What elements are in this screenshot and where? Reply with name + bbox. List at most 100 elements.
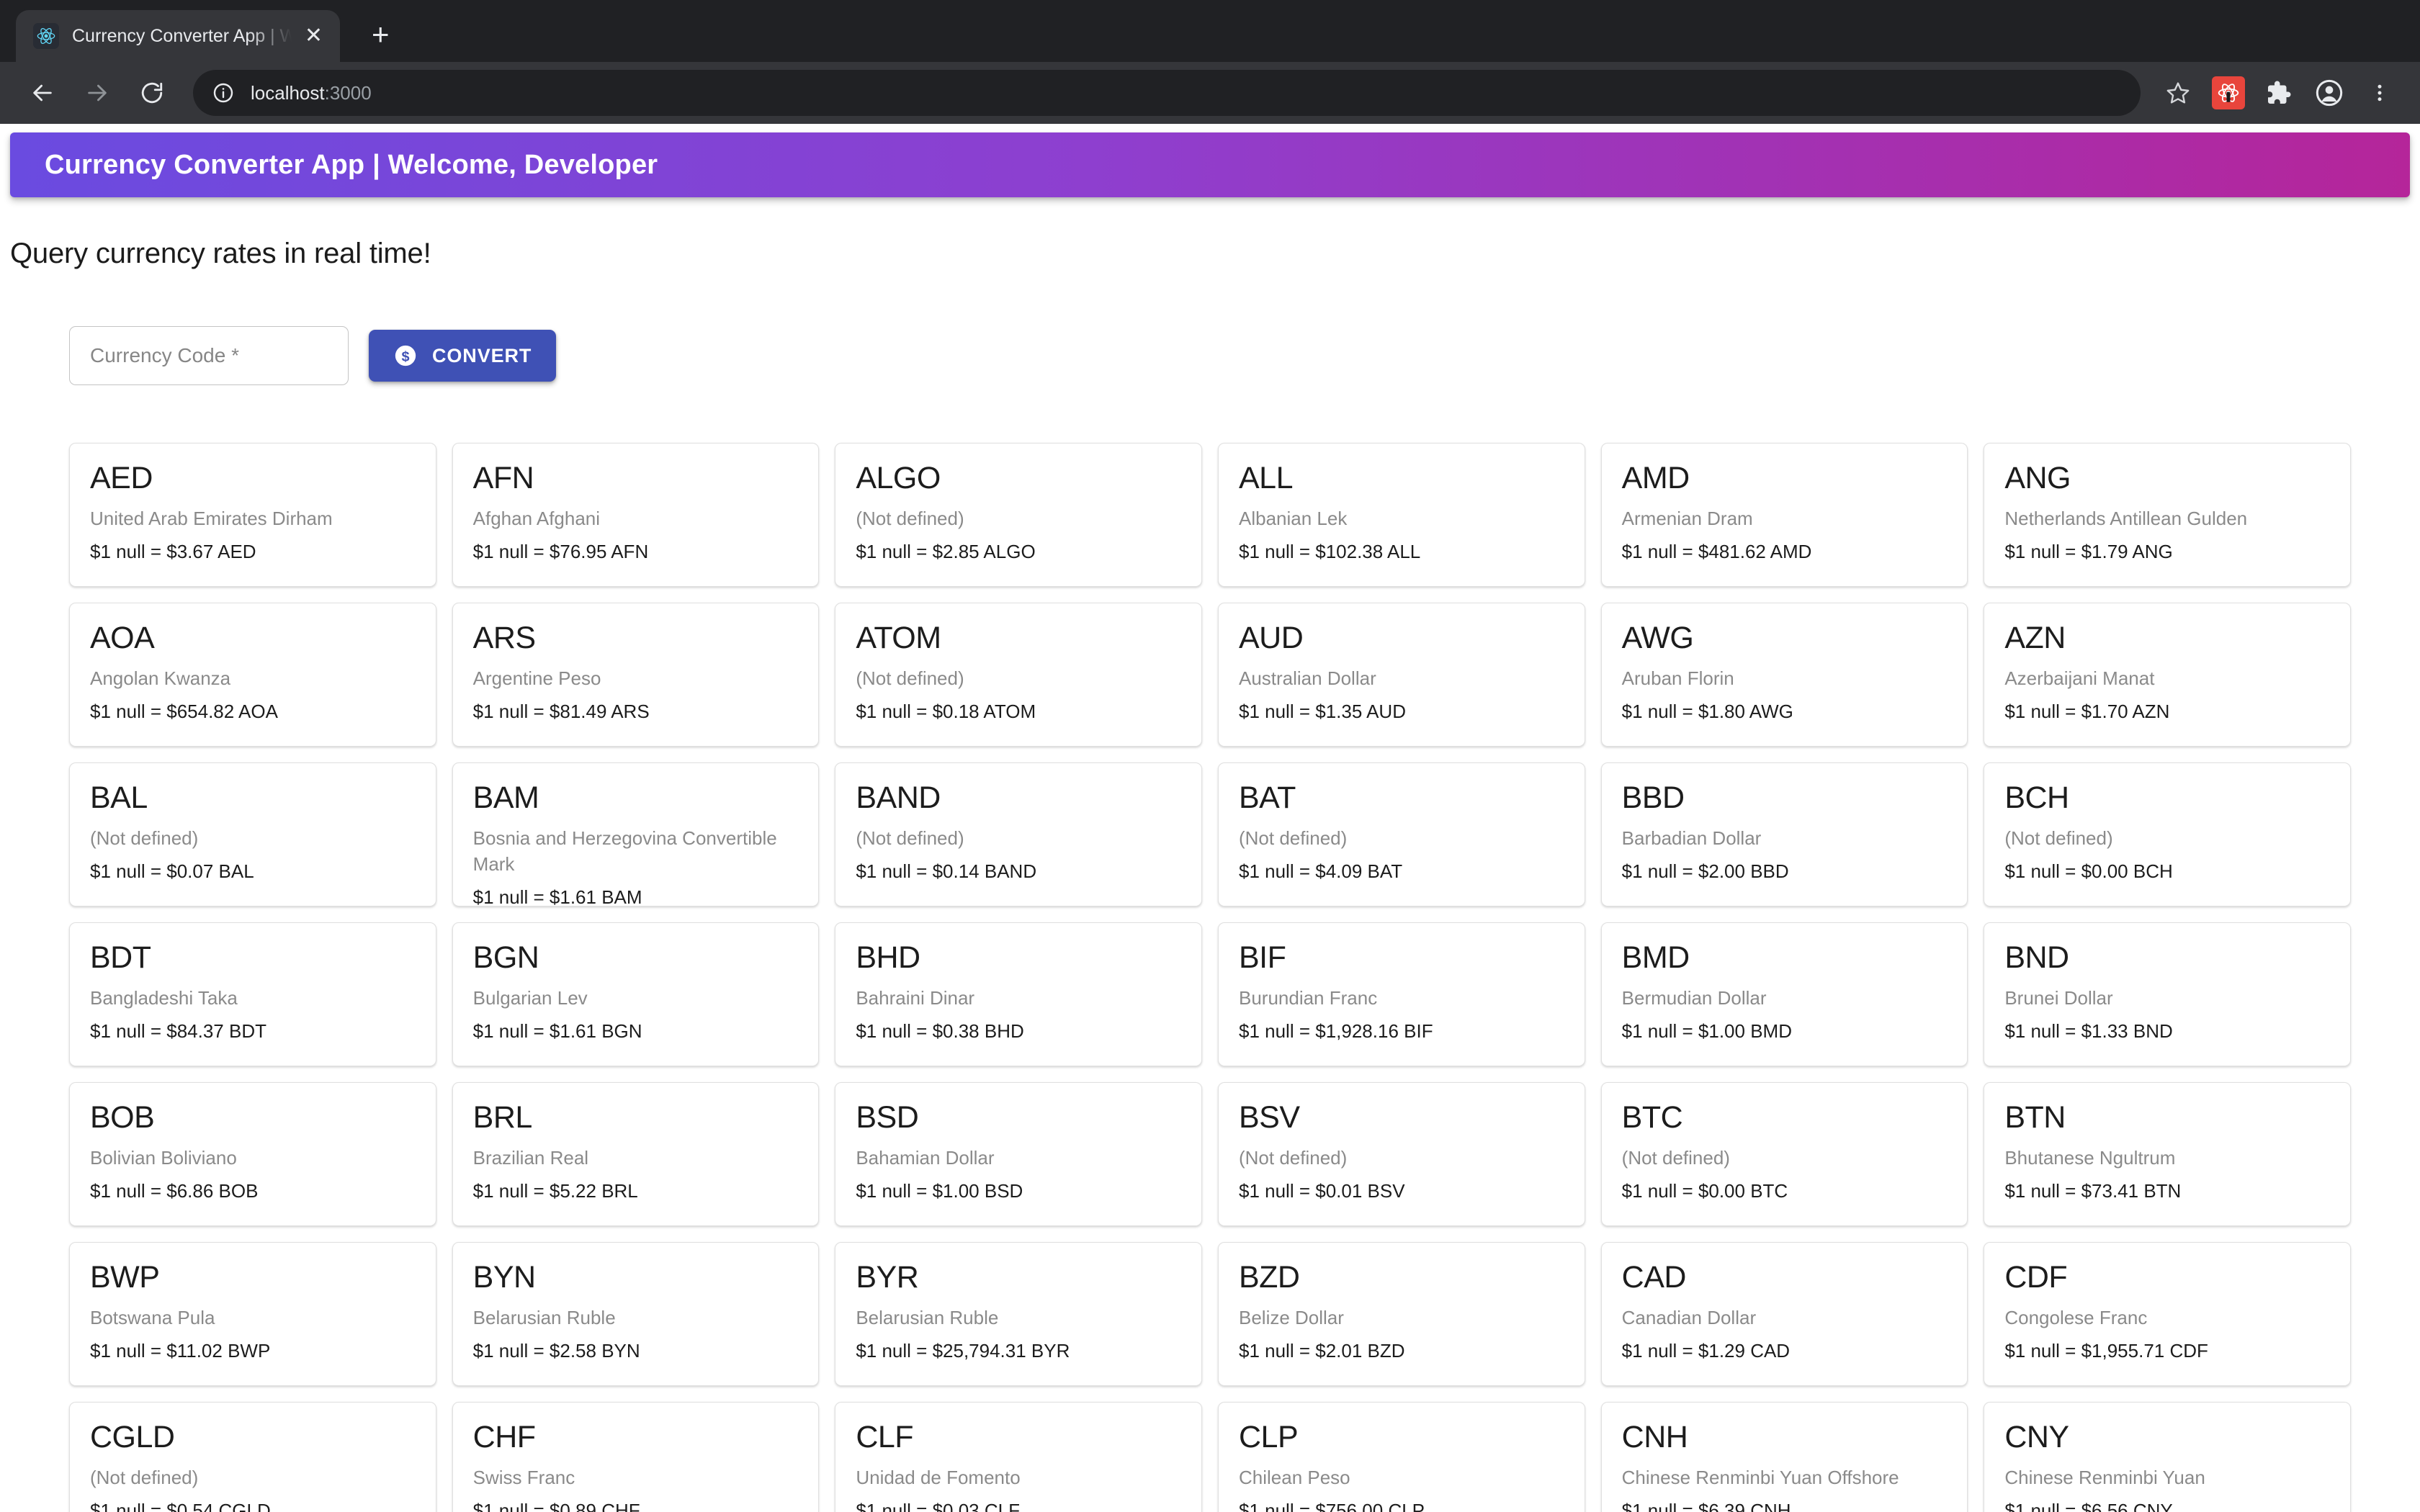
currency-card-rate: $1 null = $0.18 ATOM — [856, 701, 1036, 723]
currency-card-name: Canadian Dollar — [1621, 1307, 1757, 1329]
currency-card: ALL Albanian Lek $1 null = $102.38 ALL — [1217, 443, 1585, 587]
currency-card-rate: $1 null = $0.01 BSV — [1238, 1180, 1405, 1202]
currency-card: BAND (Not defined) $1 null = $0.14 BAND — [835, 762, 1202, 906]
currency-card-name: Netherlands Antillean Gulden — [2004, 508, 2248, 530]
currency-card-name: Bhutanese Ngultrum — [2004, 1147, 2176, 1169]
currency-card-code: ANG — [2004, 461, 2071, 495]
profile-avatar-icon[interactable] — [2308, 71, 2351, 114]
currency-card-rate: $1 null = $4.09 BAT — [1238, 860, 1403, 883]
currency-card: AOA Angolan Kwanza $1 null = $654.82 AOA — [69, 603, 436, 747]
currency-card-name: Australian Dollar — [1238, 667, 1376, 690]
currency-code-input[interactable]: Currency Code * — [69, 326, 349, 385]
currency-card-rate: $1 null = $2.01 BZD — [1238, 1340, 1405, 1362]
currency-card-name: (Not defined) — [856, 827, 964, 850]
svg-text:$: $ — [401, 349, 409, 365]
currency-code-placeholder: Currency Code * — [90, 344, 239, 366]
currency-card-code: BAL — [90, 780, 148, 815]
currency-card-rate: $1 null = $1.61 BAM — [472, 886, 642, 906]
currency-card-rate: $1 null = $1.00 BMD — [1621, 1020, 1792, 1043]
browser-window: Currency Converter App | Welc ✕ + localh… — [0, 0, 2420, 1512]
currency-card-code: AZN — [2004, 621, 2066, 655]
currency-card: BSD Bahamian Dollar $1 null = $1.00 BSD — [835, 1082, 1202, 1226]
currency-card-code: CLP — [1238, 1420, 1299, 1454]
currency-card: BYN Belarusian Ruble $1 null = $2.58 BYN — [452, 1242, 820, 1386]
currency-card-rate: $1 null = $6.56 CNY — [2004, 1500, 2173, 1512]
currency-card-name: United Arab Emirates Dirham — [90, 508, 333, 530]
currency-card-rate: $1 null = $0.38 BHD — [856, 1020, 1024, 1043]
extensions-puzzle-icon[interactable] — [2257, 71, 2300, 114]
currency-card-rate: $1 null = $102.38 ALL — [1238, 541, 1421, 563]
bookmark-star-icon[interactable] — [2156, 71, 2200, 114]
currency-card: BMD Bermudian Dollar $1 null = $1.00 BMD — [1600, 922, 1968, 1066]
forward-arrow-icon[interactable] — [73, 69, 121, 117]
currency-card: BTN Bhutanese Ngultrum $1 null = $73.41 BT… — [1984, 1082, 2351, 1226]
currency-card-name: (Not defined) — [1621, 1147, 1730, 1169]
currency-card: BBD Barbadian Dollar $1 null = $2.00 BBD — [1600, 762, 1968, 906]
currency-card: BGN Bulgarian Lev $1 null = $1.61 BGN — [452, 922, 820, 1066]
currency-card-rate: $1 null = $73.41 BTN — [2004, 1180, 2182, 1202]
currency-card: BAL (Not defined) $1 null = $0.07 BAL — [69, 762, 436, 906]
currency-card-rate: $1 null = $1.00 BSD — [856, 1180, 1023, 1202]
currency-card-code: BIF — [1238, 940, 1286, 975]
currency-card-name: (Not defined) — [90, 827, 199, 850]
tab-strip: Currency Converter App | Welc ✕ + — [0, 0, 2420, 62]
currency-card-name: Azerbaijani Manat — [2004, 667, 2155, 690]
currency-card-grid: AED United Arab Emirates Dirham $1 null = … — [0, 385, 2420, 1512]
currency-card-rate: $1 null = $25,794.31 BYR — [856, 1340, 1070, 1362]
browser-toolbar: localhost:3000 — [0, 62, 2420, 124]
currency-card-code: BTC — [1621, 1100, 1683, 1135]
currency-card: CHF Swiss Franc $1 null = $0.89 CHF — [452, 1402, 820, 1512]
dollar-circle-icon: $ — [393, 343, 418, 368]
currency-card-name: Swiss Franc — [472, 1467, 575, 1489]
currency-card: CNY Chinese Renminbi Yuan $1 null = $6.56 … — [1984, 1402, 2351, 1512]
page-viewport: Currency Converter App | Welcome, Develo… — [0, 124, 2420, 1512]
currency-card: AUD Australian Dollar $1 null = $1.35 AUD — [1217, 603, 1585, 747]
currency-card: CGLD (Not defined) $1 null = $0.54 CGLD — [69, 1402, 436, 1512]
info-circle-icon[interactable] — [212, 81, 235, 104]
page-subtitle: Query currency rates in real time! — [10, 238, 431, 269]
plus-icon[interactable]: + — [372, 17, 390, 52]
close-icon[interactable]: ✕ — [305, 25, 323, 47]
currency-card-name: Bahraini Dinar — [856, 987, 975, 1009]
reload-icon[interactable] — [128, 69, 176, 117]
currency-card-code: BCH — [2004, 780, 2069, 815]
currency-card-rate: $1 null = $756.00 CLP — [1238, 1500, 1425, 1512]
currency-card-code: CHF — [472, 1420, 536, 1454]
currency-card-name: Aruban Florin — [1621, 667, 1734, 690]
currency-card-code: BOB — [90, 1100, 155, 1135]
chrome-menu-icon[interactable] — [2358, 71, 2401, 114]
browser-tab[interactable]: Currency Converter App | Welc ✕ — [16, 10, 340, 62]
currency-card: AMD Armenian Dram $1 null = $481.62 AMD — [1600, 443, 1968, 587]
currency-card-rate: $1 null = $2.58 BYN — [472, 1340, 640, 1362]
currency-card-code: BAND — [856, 780, 941, 815]
back-arrow-icon[interactable] — [19, 69, 66, 117]
currency-card-code: CLF — [856, 1420, 914, 1454]
currency-card: CNH Chinese Renminbi Yuan Offshore $1 null… — [1600, 1402, 1968, 1512]
currency-card-name: Argentine Peso — [472, 667, 601, 690]
currency-card-name: (Not defined) — [856, 667, 964, 690]
currency-card-rate: $1 null = $0.00 BTC — [1621, 1180, 1788, 1202]
currency-card-code: BYN — [472, 1260, 536, 1295]
currency-card: BND Brunei Dollar $1 null = $1.33 BND — [1984, 922, 2351, 1066]
currency-card-rate: $1 null = $1,955.71 CDF — [2004, 1340, 2208, 1362]
currency-card-code: BWP — [90, 1260, 160, 1295]
currency-card-name: Bosnia and Herzegovina Convertible Mark — [472, 827, 777, 876]
currency-card-code: BHD — [856, 940, 920, 975]
currency-card: BWP Botswana Pula $1 null = $11.02 BWP — [69, 1242, 436, 1386]
currency-card: ANG Netherlands Antillean Gulden $1 null =… — [1984, 443, 2351, 587]
currency-card-name: Bangladeshi Taka — [90, 987, 238, 1009]
address-bar[interactable]: localhost:3000 — [193, 70, 2141, 116]
currency-card-name: Chinese Renminbi Yuan — [2004, 1467, 2205, 1489]
currency-card-name: Botswana Pula — [90, 1307, 215, 1329]
currency-card: BAT (Not defined) $1 null = $4.09 BAT — [1217, 762, 1585, 906]
currency-card: CDF Congolese Franc $1 null = $1,955.71 CD… — [1984, 1242, 2351, 1386]
currency-card-code: BTN — [2004, 1100, 2066, 1135]
currency-card: CAD Canadian Dollar $1 null = $1.29 CAD — [1600, 1242, 1968, 1386]
currency-card-rate: $1 null = $481.62 AMD — [1621, 541, 1812, 563]
currency-card-rate: $1 null = $654.82 AOA — [90, 701, 278, 723]
convert-button[interactable]: $ CONVERT — [369, 330, 557, 382]
react-devtools-extension-icon[interactable] — [2207, 71, 2250, 114]
currency-card-rate: $1 null = $1.29 CAD — [1621, 1340, 1791, 1362]
currency-card-name: Burundian Franc — [1238, 987, 1378, 1009]
currency-card-rate: $1 null = $0.03 CLF — [856, 1500, 1020, 1512]
